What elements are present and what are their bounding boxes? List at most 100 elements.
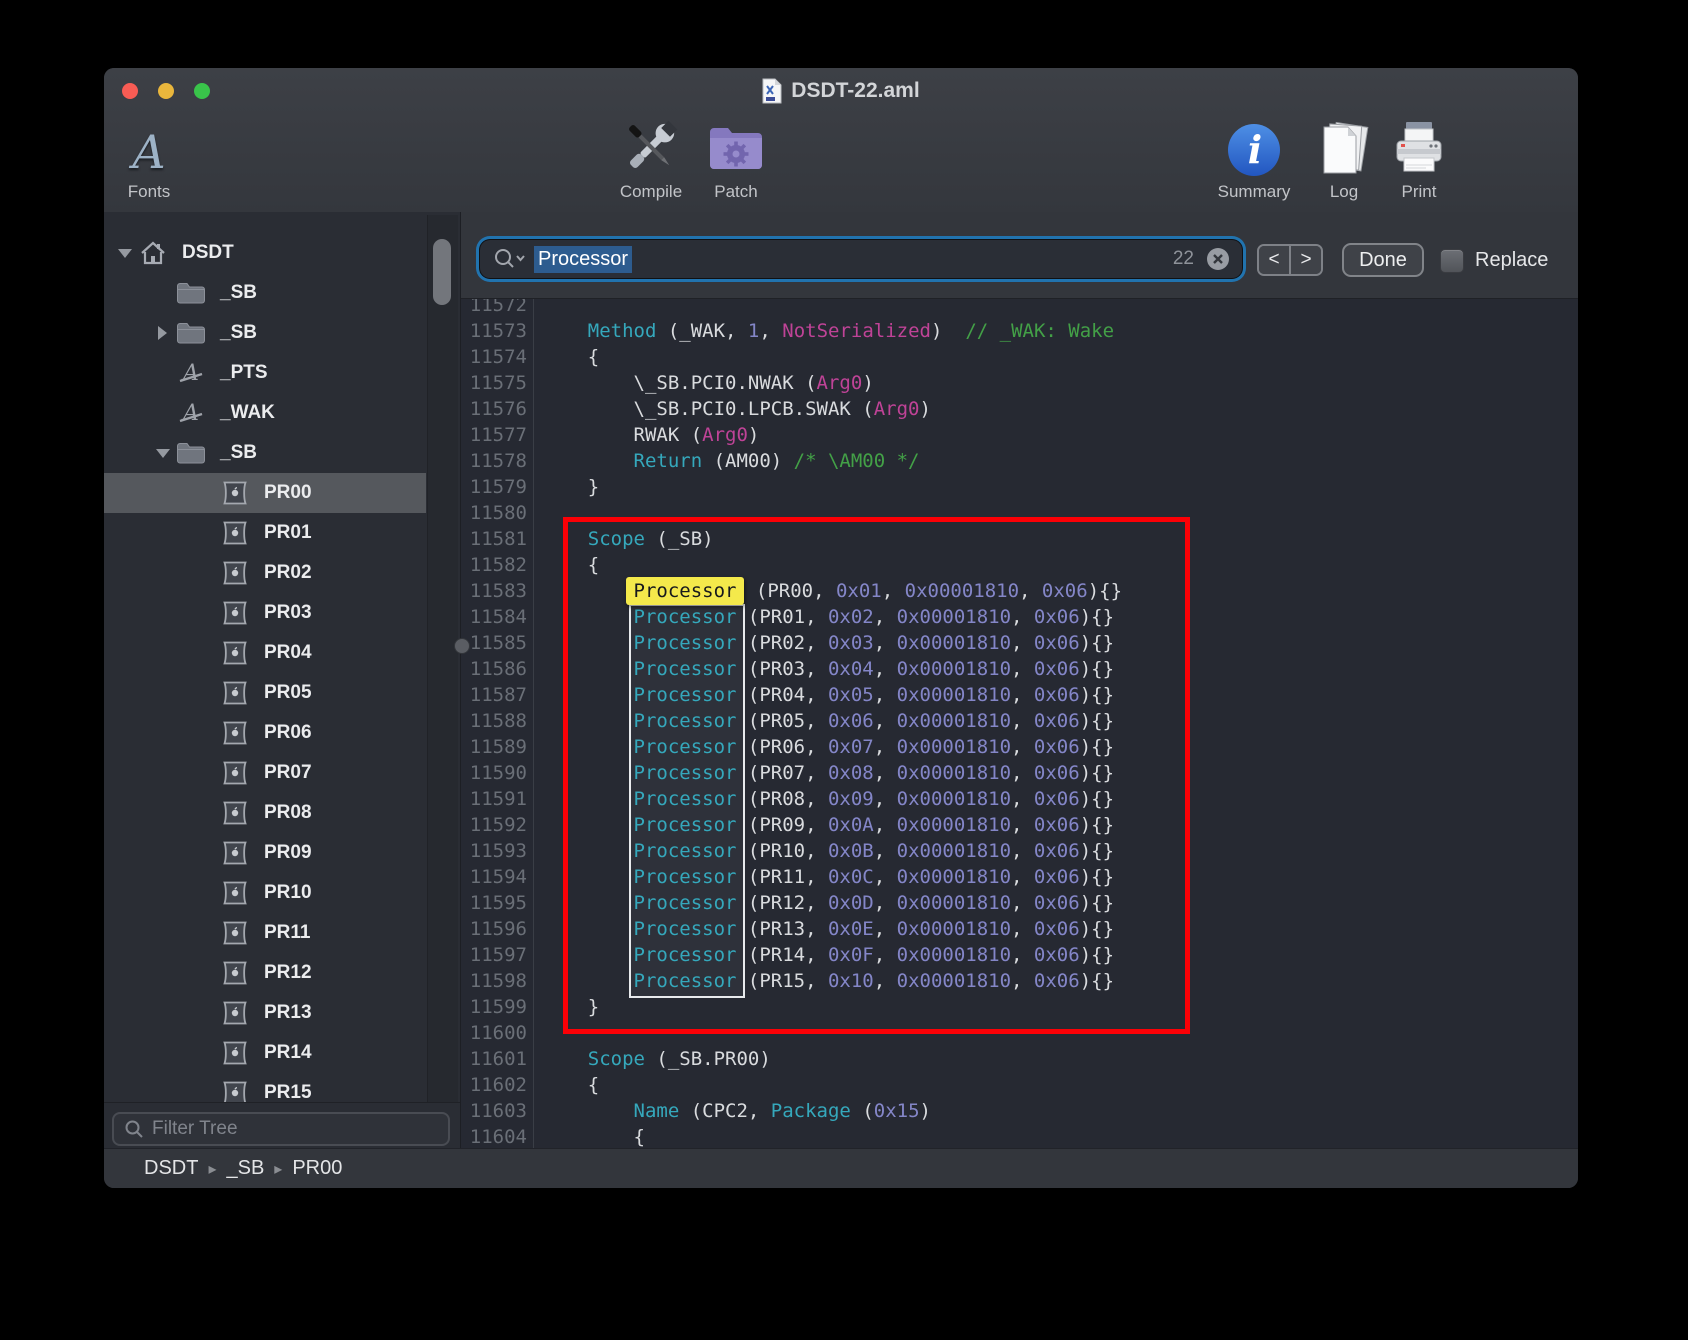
code-line: Method (_WAK, 1, NotSerialized) // _WAK:… xyxy=(542,318,1122,344)
match-navigation: < > xyxy=(1257,244,1323,276)
tree-item-pr14[interactable]: PR14 xyxy=(104,1033,426,1073)
tree-item-pr05[interactable]: PR05 xyxy=(104,673,426,713)
line-number: 11586 xyxy=(461,656,527,682)
tree-item-label: PR04 xyxy=(264,642,312,664)
tree-scrollbar-thumb[interactable] xyxy=(433,239,451,305)
folder-icon xyxy=(176,438,206,468)
tree-item-label: DSDT xyxy=(182,242,234,264)
tree-item-sb[interactable]: _SB xyxy=(104,273,426,313)
breadcrumb-item-sb[interactable]: _SB xyxy=(226,1157,264,1180)
tree-item-dsdt[interactable]: DSDT xyxy=(104,233,426,273)
filter-placeholder: Filter Tree xyxy=(152,1118,238,1140)
line-number: 11580 xyxy=(461,500,527,526)
patch-tool[interactable]: Patch xyxy=(701,112,771,202)
search-input[interactable]: Processor 22 xyxy=(480,240,1242,278)
tree-item-label: PR13 xyxy=(264,1002,312,1024)
disclosure-open-icon[interactable] xyxy=(154,446,176,460)
processor-icon xyxy=(220,798,250,828)
breadcrumb-item-dsdt[interactable]: DSDT xyxy=(144,1157,198,1180)
filter-tree-input[interactable]: Filter Tree xyxy=(112,1112,450,1146)
log-pages-icon xyxy=(1314,120,1374,178)
tree-item-label: PR09 xyxy=(264,842,312,864)
previous-match-button[interactable]: < xyxy=(1259,246,1289,274)
breadcrumb-separator-icon: ▸ xyxy=(274,1159,282,1179)
replace-checkbox[interactable] xyxy=(1440,249,1464,273)
folder-icon xyxy=(176,278,206,308)
tree-item-pr15[interactable]: PR15 xyxy=(104,1073,426,1102)
disclosure-placeholder xyxy=(154,366,176,380)
processor-icon xyxy=(220,598,250,628)
search-menu-icon[interactable] xyxy=(492,247,526,271)
tree-item-pr09[interactable]: PR09 xyxy=(104,833,426,873)
line-number: 11591 xyxy=(461,786,527,812)
code-line: \_SB.PCI0.NWAK (Arg0) xyxy=(542,370,1122,396)
tree-item-pr01[interactable]: PR01 xyxy=(104,513,426,553)
summary-tool[interactable]: i Summary xyxy=(1209,112,1299,202)
code-line: Return (AM00) /* \AM00 */ xyxy=(542,448,1122,474)
disclosure-open-icon[interactable] xyxy=(116,246,138,260)
tree-item-pr10[interactable]: PR10 xyxy=(104,873,426,913)
line-number: 11592 xyxy=(461,812,527,838)
tree-item-label: PR11 xyxy=(264,922,310,944)
breadcrumb-item-pr00[interactable]: PR00 xyxy=(292,1157,342,1180)
tree-item-pr06[interactable]: PR06 xyxy=(104,713,426,753)
next-match-button[interactable]: > xyxy=(1289,246,1321,274)
tree-item-pr03[interactable]: PR03 xyxy=(104,593,426,633)
fonts-tool[interactable]: A Fonts xyxy=(114,112,184,202)
dsdt-tree: DSDT_SB_SBA_PTSA_WAK_SBPR00PR01PR02PR03P… xyxy=(104,233,426,1102)
line-number: 11576 xyxy=(461,396,527,422)
tree-item-pr12[interactable]: PR12 xyxy=(104,953,426,993)
tree-item-pr00[interactable]: PR00 xyxy=(104,473,426,513)
tree-item-pr11[interactable]: PR11 xyxy=(104,913,426,953)
document-icon xyxy=(762,78,782,104)
line-number: 11585 xyxy=(461,630,527,656)
tree-item-pr04[interactable]: PR04 xyxy=(104,633,426,673)
fonts-icon: A xyxy=(132,126,165,178)
line-number: 11604 xyxy=(461,1124,527,1148)
tree-item-label: PR06 xyxy=(264,722,312,744)
desktop: DSDT-22.aml A Fonts xyxy=(0,0,1688,1340)
clear-search-icon[interactable] xyxy=(1206,247,1230,271)
breadcrumb-separator-icon: ▸ xyxy=(208,1159,216,1179)
log-tool[interactable]: Log xyxy=(1309,112,1379,202)
tree-item-label: _SB xyxy=(220,322,257,344)
svg-text:A: A xyxy=(181,401,199,426)
tree-item-pr08[interactable]: PR08 xyxy=(104,793,426,833)
done-button[interactable]: Done xyxy=(1342,243,1424,277)
line-number: 11593 xyxy=(461,838,527,864)
processor-icon xyxy=(220,838,250,868)
splitter-handle[interactable] xyxy=(454,638,470,654)
disclosure-closed-icon[interactable] xyxy=(154,326,176,340)
tree-item-sb[interactable]: _SB xyxy=(104,313,426,353)
tree-item-pr02[interactable]: PR02 xyxy=(104,553,426,593)
tree-item-pts[interactable]: A _PTS xyxy=(104,353,426,393)
tree-item-label: _PTS xyxy=(220,362,268,384)
code-line: RWAK (Arg0) xyxy=(542,422,1122,448)
tree-item-label: PR08 xyxy=(264,802,312,824)
tree-item-sb[interactable]: _SB xyxy=(104,433,426,473)
code-line: { xyxy=(542,1072,1122,1098)
disclosure-placeholder xyxy=(154,406,176,420)
code-line: Name (CPC2, Package (0x15) xyxy=(542,1098,1122,1124)
processor-icon xyxy=(220,958,250,988)
title-bar: DSDT-22.aml A Fonts xyxy=(104,68,1578,213)
summary-info-icon: i xyxy=(1226,122,1282,178)
print-tool[interactable]: Print xyxy=(1384,112,1454,202)
tree-item-pr13[interactable]: PR13 xyxy=(104,993,426,1033)
method-icon: A xyxy=(176,358,206,388)
tree-item-wak[interactable]: A_WAK xyxy=(104,393,426,433)
line-number: 11577 xyxy=(461,422,527,448)
line-number: 11594 xyxy=(461,864,527,890)
tree-item-pr07[interactable]: PR07 xyxy=(104,753,426,793)
compile-tool[interactable]: Compile xyxy=(606,112,696,202)
code-line: { xyxy=(542,1124,1122,1148)
code-line: } xyxy=(542,474,1122,500)
tree-item-label: PR14 xyxy=(264,1042,312,1064)
match-count: 22 xyxy=(1173,248,1194,270)
gutter-separator xyxy=(533,212,534,1148)
line-number: 11588 xyxy=(461,708,527,734)
line-number: 11584 xyxy=(461,604,527,630)
code-line: Scope (_SB.PR00) xyxy=(542,1046,1122,1072)
tree-item-label: PR15 xyxy=(264,1082,312,1102)
code-editor[interactable]: 1157211573115741157511576115771157811579… xyxy=(461,212,1578,1148)
